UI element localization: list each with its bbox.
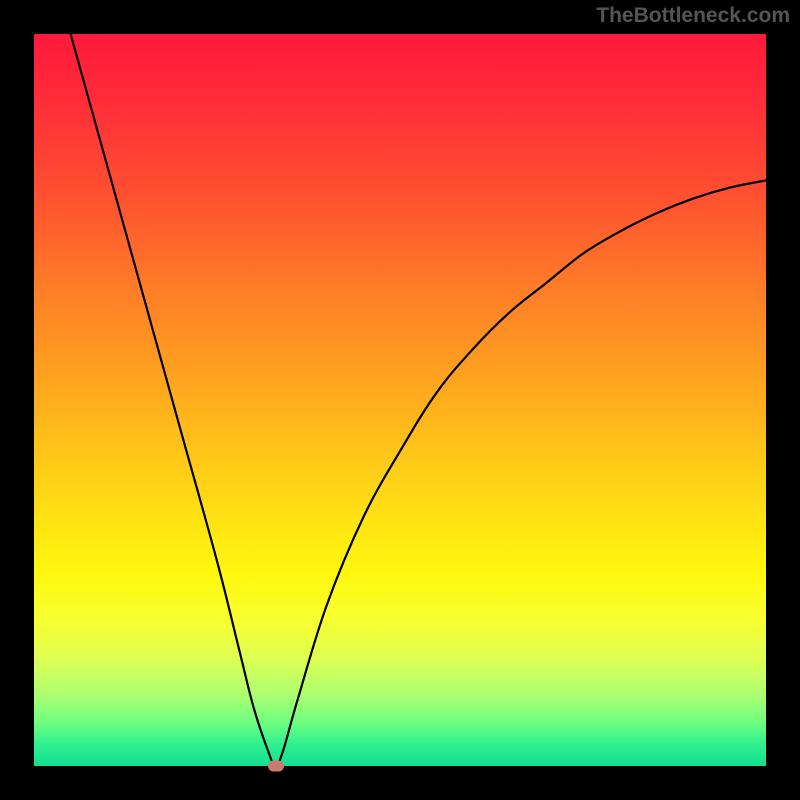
attribution-text: TheBottleneck.com [596, 4, 790, 28]
bottleneck-curve [34, 34, 766, 766]
optimal-point-marker [268, 761, 284, 772]
plot-area [34, 34, 766, 766]
chart-container: TheBottleneck.com [0, 0, 800, 800]
